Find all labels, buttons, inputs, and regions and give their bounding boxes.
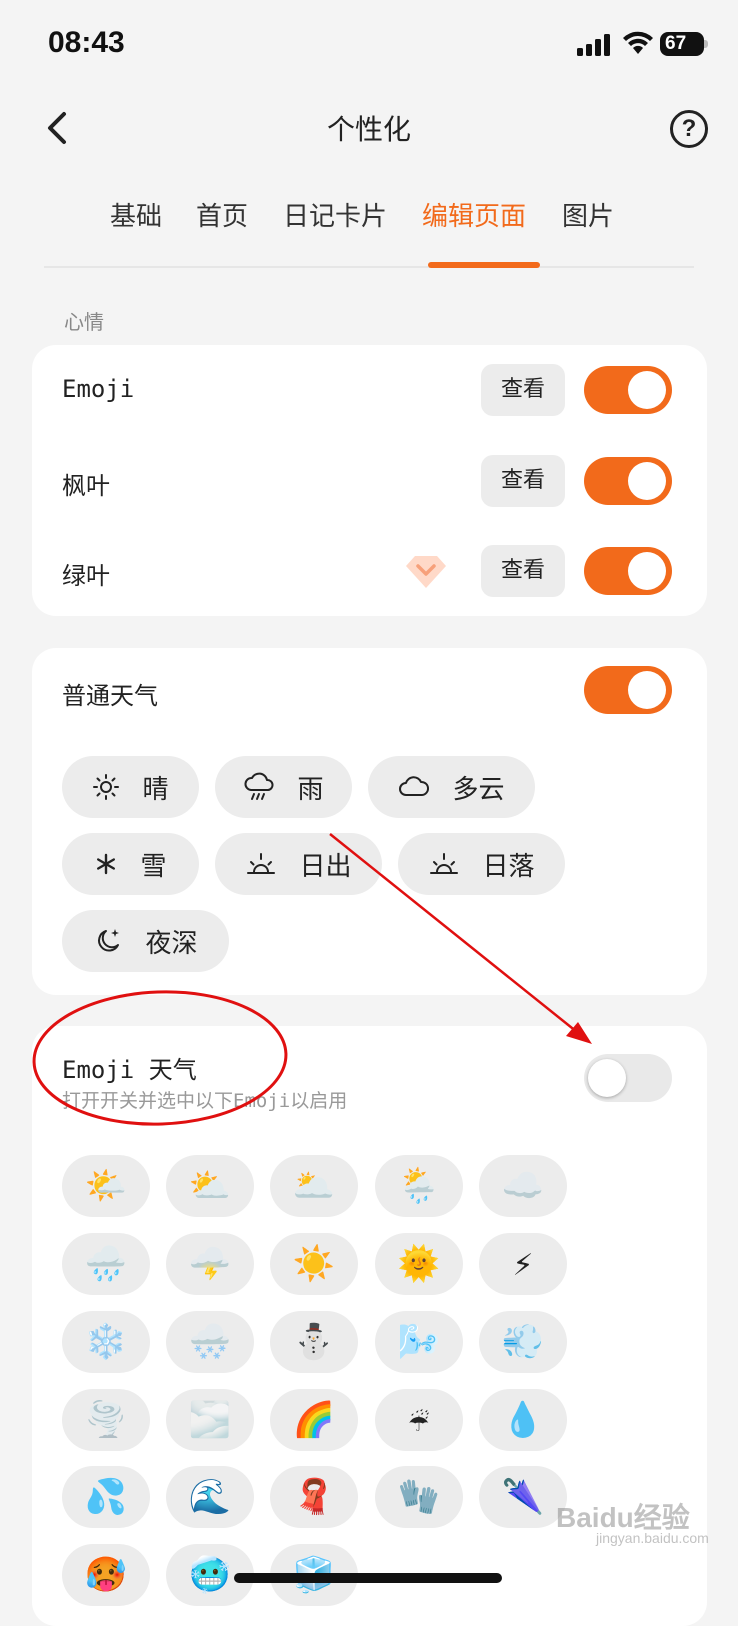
cellular-signal-icon <box>577 34 610 56</box>
mood-emoji-label: Emoji <box>62 375 135 403</box>
emoji-weather-chip[interactable]: 🌊 <box>166 1466 254 1528</box>
emoji-weather-chip[interactable]: ⚡ <box>479 1233 567 1295</box>
mood-maple-toggle[interactable] <box>584 457 672 505</box>
tab-diary-card[interactable]: 日记卡片 <box>283 196 387 233</box>
emoji-weather-chip[interactable]: ⛅ <box>166 1155 254 1217</box>
cloud-icon <box>399 776 430 796</box>
weather-chip-label: 晴 <box>142 774 169 805</box>
emoji-weather-hint: 打开开关并选中以下Emoji以启用 <box>62 1090 348 1112</box>
tab-edit-page[interactable]: 编辑页面 <box>422 196 526 233</box>
battery-tip <box>704 40 708 48</box>
tab-pictures[interactable]: 图片 <box>562 196 614 233</box>
weather-chip-label: 日落 <box>482 851 535 882</box>
premium-diamond-icon <box>406 556 446 588</box>
rain-cloud-icon <box>244 772 274 800</box>
emoji-weather-chip[interactable]: 🥵 <box>62 1544 150 1606</box>
emoji-weather-chip[interactable]: 🌦️ <box>375 1155 463 1217</box>
page-title: 个性化 <box>326 113 411 146</box>
watermark-url: jingyan.baidu.com <box>596 1530 709 1546</box>
weather-chip-sunny[interactable]: 晴 <box>62 756 199 818</box>
emoji-weather-chip[interactable]: 💧 <box>479 1389 567 1451</box>
help-icon[interactable]: ? <box>670 110 708 148</box>
toggle-knob <box>628 462 666 500</box>
normal-weather-label: 普通天气 <box>62 682 158 710</box>
toggle-knob <box>628 552 666 590</box>
emoji-weather-toggle[interactable] <box>584 1054 672 1102</box>
toggle-knob <box>628 671 666 709</box>
battery-icon: 67 <box>660 32 704 56</box>
mood-green-leaf-label: 绿叶 <box>62 562 110 590</box>
weather-chip-label: 雪 <box>140 851 167 882</box>
toggle-knob <box>628 371 666 409</box>
emoji-weather-chip[interactable]: 🌧️ <box>62 1233 150 1295</box>
snowflake-icon <box>97 853 116 875</box>
mood-emoji-toggle[interactable] <box>584 366 672 414</box>
emoji-weather-chip[interactable]: ⛄ <box>270 1311 358 1373</box>
active-tab-indicator <box>428 262 540 268</box>
emoji-weather-chip[interactable]: 🌨️ <box>166 1311 254 1373</box>
emoji-weather-chip[interactable]: 🌤️ <box>62 1155 150 1217</box>
emoji-weather-chip[interactable]: 🌪️ <box>62 1389 150 1451</box>
weather-chip-late-night[interactable]: 夜深 <box>62 910 229 972</box>
emoji-weather-chip[interactable]: 🌥️ <box>270 1155 358 1217</box>
weather-chip-label: 多云 <box>452 774 505 805</box>
emoji-weather-chip[interactable]: ❄️ <box>62 1311 150 1373</box>
emoji-weather-chip[interactable]: ☔ <box>375 1389 463 1451</box>
toggle-knob <box>588 1059 626 1097</box>
emoji-weather-label: Emoji 天气 <box>62 1056 197 1084</box>
normal-weather-toggle[interactable] <box>584 666 672 714</box>
weather-chip-rain[interactable]: 雨 <box>215 756 352 818</box>
weather-chip-label: 雨 <box>297 774 324 805</box>
home-indicator <box>234 1573 502 1583</box>
sunrise-icon <box>247 853 276 874</box>
emoji-weather-chip[interactable]: 💦 <box>62 1466 150 1528</box>
weather-chip-snow[interactable]: 雪 <box>62 833 199 895</box>
emoji-weather-chip[interactable]: 🌬️ <box>375 1311 463 1373</box>
emoji-weather-chip[interactable]: 🌫️ <box>166 1389 254 1451</box>
mood-maple-view-button[interactable]: 查看 <box>481 455 565 507</box>
emoji-weather-chip[interactable]: 🌞 <box>375 1233 463 1295</box>
emoji-weather-chip[interactable]: 🧤 <box>375 1466 463 1528</box>
emoji-weather-chip[interactable]: ☀️ <box>270 1233 358 1295</box>
section-label-mood: 心情 <box>64 310 104 334</box>
tab-bar: 基础 首页 日记卡片 编辑页面 图片 <box>0 196 738 236</box>
sun-icon <box>93 774 120 800</box>
weather-chip-cloudy[interactable]: 多云 <box>368 756 535 818</box>
emoji-weather-chip[interactable]: 🧣 <box>270 1466 358 1528</box>
weather-chip-sunset[interactable]: 日落 <box>398 833 565 895</box>
tab-divider <box>44 266 694 268</box>
moon-star-icon <box>98 929 120 952</box>
mood-green-leaf-view-button[interactable]: 查看 <box>481 545 565 597</box>
status-time: 08:43 <box>48 26 125 59</box>
normal-weather-card: 普通天气 晴 雨 多云 雪 日出 日落 夜深 <box>32 648 707 995</box>
weather-chip-label: 夜深 <box>145 928 198 959</box>
sunset-icon <box>430 853 459 874</box>
emoji-weather-chip[interactable]: ☁️ <box>479 1155 567 1217</box>
weather-chip-label: 日出 <box>299 851 352 882</box>
emoji-weather-chip[interactable]: 🌂 <box>479 1466 567 1528</box>
mood-green-leaf-toggle[interactable] <box>584 547 672 595</box>
tab-basic[interactable]: 基础 <box>110 196 162 233</box>
weather-chip-sunrise[interactable]: 日出 <box>215 833 382 895</box>
wifi-icon <box>623 31 653 54</box>
emoji-weather-chip[interactable]: 🌈 <box>270 1389 358 1451</box>
tab-home[interactable]: 首页 <box>196 196 248 233</box>
mood-card: Emoji 查看 枫叶 查看 绿叶 查看 <box>32 345 707 616</box>
mood-maple-label: 枫叶 <box>62 472 110 500</box>
emoji-weather-chip[interactable]: 💨 <box>479 1311 567 1373</box>
emoji-weather-chip[interactable]: 🌩️ <box>166 1233 254 1295</box>
mood-emoji-view-button[interactable]: 查看 <box>481 364 565 416</box>
